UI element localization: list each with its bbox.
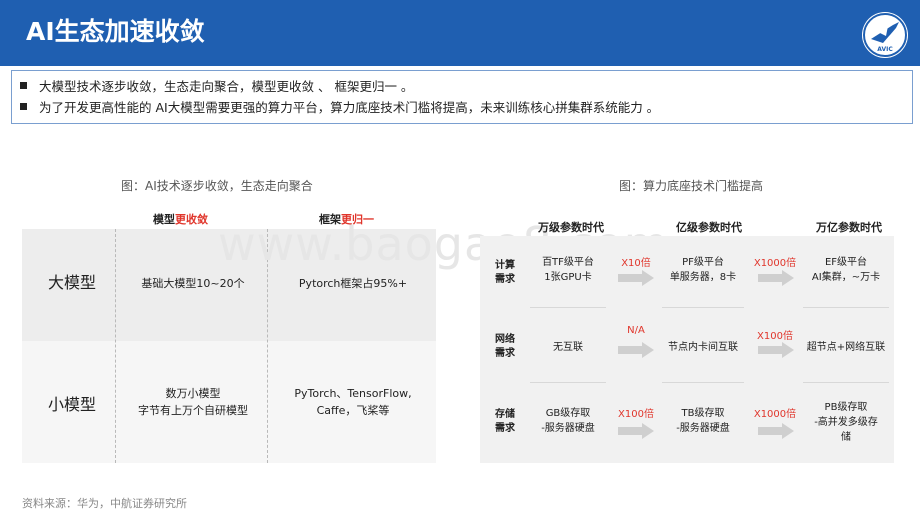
era-header: 亿级参数时代 xyxy=(676,221,742,234)
network-era2: 节点内卡间互联 xyxy=(668,342,738,353)
row-label-large-model: 大模型 xyxy=(47,273,96,292)
arrow-right-icon xyxy=(758,270,794,286)
storage-multiplier-1: X100倍 xyxy=(618,409,654,420)
svg-text:AVIC: AVIC xyxy=(877,46,893,53)
small-model-count: 数万小模型 字节有上万个自研模型 xyxy=(118,385,268,419)
arrow-right-icon xyxy=(618,423,654,439)
small-model-line: 字节有上万个自研模型 xyxy=(138,404,248,417)
right-figure-table: 万级参数时代 亿级参数时代 万亿参数时代 计算 需求 百TF级平台 1张GPU卡 X… xyxy=(480,214,894,463)
bullet-1-text: 大模型技术逐步收敛，生态走向聚合，模型更收敛 、 框架更归一 。 xyxy=(39,79,414,94)
row-divider xyxy=(662,382,744,383)
page-title: AI生态加速收敛 xyxy=(26,17,205,46)
network-era1: 无互联 xyxy=(553,342,583,353)
small-model-line: 数万小模型 xyxy=(165,387,221,400)
summary-box: 大模型技术逐步收敛，生态走向聚合，模型更收敛 、 框架更归一 。 为了开发更高性… xyxy=(11,70,913,124)
row-label-storage: 存储 需求 xyxy=(495,409,515,434)
compute-era2: PF级平台 单服务器，8卡 xyxy=(669,257,737,283)
small-model-framework: PyTorch、TensorFlow, Caffe，飞桨等 xyxy=(270,385,436,419)
arrow-right-icon xyxy=(758,342,794,358)
large-model-count: 基础大模型10~20个 xyxy=(141,277,245,290)
small-framework-line: PyTorch、TensorFlow, xyxy=(294,387,412,400)
large-model-framework: Pytorch框架占95%+ xyxy=(298,277,408,290)
divider xyxy=(115,229,116,463)
arrow-right-icon xyxy=(618,342,654,358)
compute-multiplier-1: X10倍 xyxy=(621,258,651,269)
compute-era1: 百TF级平台 1张GPU卡 xyxy=(542,257,594,283)
row-divider xyxy=(803,307,889,308)
storage-era1: GB级存取 -服务器硬盘 xyxy=(541,408,595,434)
row-label-compute: 计算 需求 xyxy=(495,260,515,285)
arrow-right-icon xyxy=(618,270,654,286)
aircraft-logo-icon: AVIC xyxy=(862,12,908,58)
network-multiplier-2: X100倍 xyxy=(757,331,793,342)
compute-era3: EF级平台 AI集群，~万卡 xyxy=(811,257,881,283)
row-label-small-model: 小模型 xyxy=(47,395,96,414)
left-figure-caption: 图：AI技术逐步收敛，生态走向聚合 xyxy=(121,179,313,193)
row-label-network: 网络 需求 xyxy=(495,334,515,359)
storage-era2: TB级存取 -服务器硬盘 xyxy=(676,408,730,434)
right-figure-caption: 图：算力底座技术门槛提高 xyxy=(619,179,764,193)
source-note: 资料来源：华为，中航证券研究所 xyxy=(22,497,187,510)
row-divider xyxy=(662,307,744,308)
bullet-2-text: 为了开发更高性能的 AI大模型需要更强的算力平台，算力底座技术门槛将提高，未来训… xyxy=(39,100,660,115)
network-era3: 超节点+网络互联 xyxy=(806,342,886,353)
header-bar: AI生态加速收敛 AVIC xyxy=(0,0,920,66)
storage-era3: PB级存取 -高并发多级存储 xyxy=(814,402,878,443)
bullet-1: 大模型技术逐步收敛，生态走向聚合，模型更收敛 、 框架更归一 。 xyxy=(20,78,413,96)
col-header-model: 模型更收敛 xyxy=(153,213,208,226)
arrow-right-icon xyxy=(758,423,794,439)
row-divider xyxy=(530,307,606,308)
era-header: 万级参数时代 xyxy=(538,221,604,234)
era-header: 万亿参数时代 xyxy=(816,221,882,234)
bullet-2: 为了开发更高性能的 AI大模型需要更强的算力平台，算力底座技术门槛将提高，未来训… xyxy=(20,99,659,117)
network-multiplier-1: N/A xyxy=(627,325,645,336)
storage-multiplier-2: X1000倍 xyxy=(753,409,797,420)
compute-multiplier-2: X1000倍 xyxy=(753,258,797,269)
row-divider xyxy=(530,382,606,383)
small-framework-line: Caffe，飞桨等 xyxy=(316,404,390,417)
row-divider xyxy=(803,382,889,383)
